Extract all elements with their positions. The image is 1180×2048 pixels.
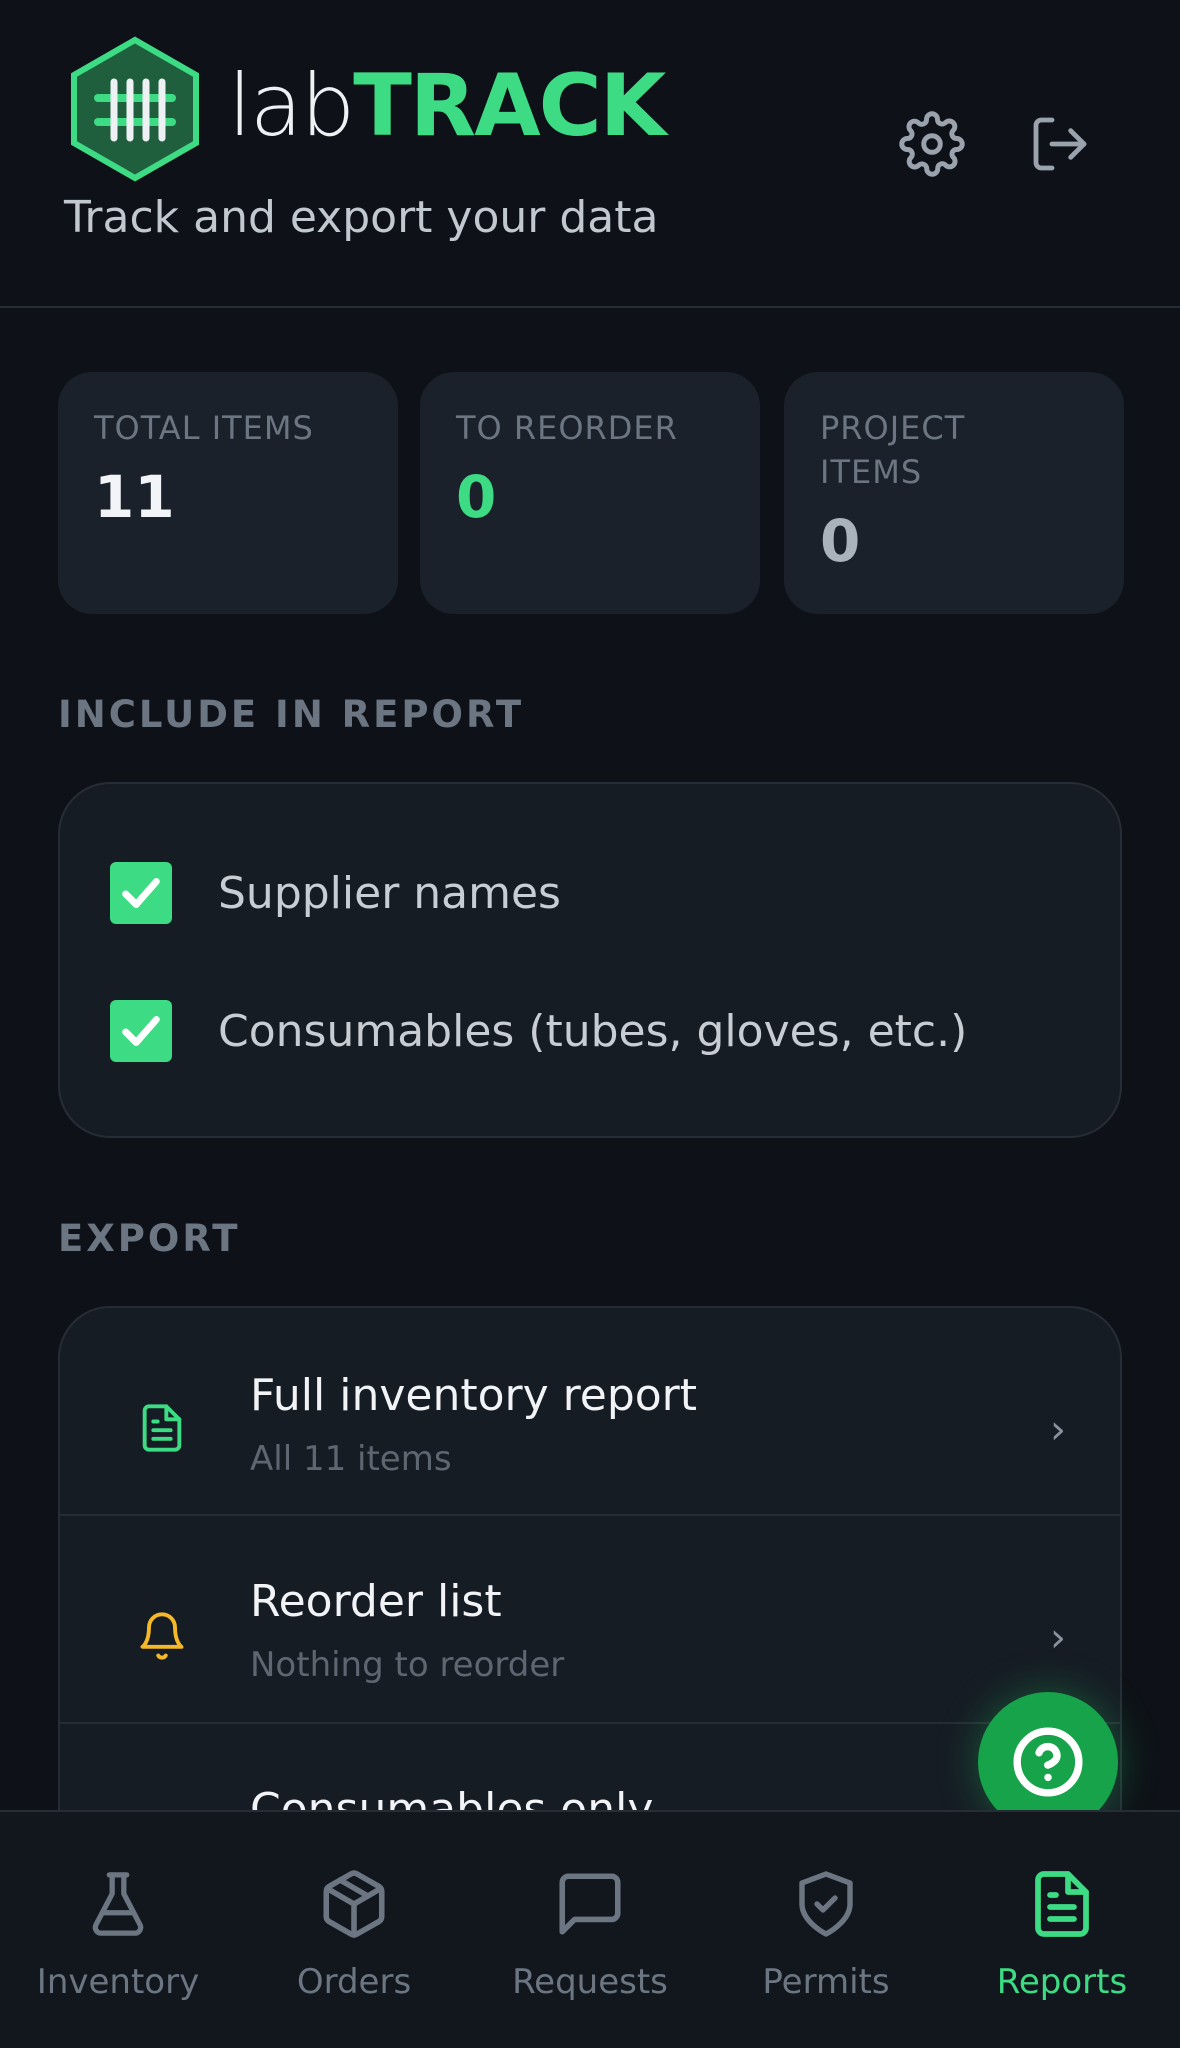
- help-icon: [1013, 1727, 1083, 1797]
- option-label: Consumables (tubes, gloves, etc.): [218, 1005, 968, 1057]
- flask-icon: [92, 1872, 144, 1936]
- bottom-navigation: Inventory Orders Requests Permits Report…: [0, 1810, 1180, 2048]
- chevron-right-icon: ›: [1050, 1407, 1066, 1453]
- nav-item-permits[interactable]: Permits: [708, 1812, 944, 2048]
- option-label: Supplier names: [218, 867, 561, 919]
- nav-label: Permits: [762, 1962, 890, 2002]
- supplier-names-checkbox[interactable]: [110, 862, 172, 924]
- stat-card-project-items: PROJECT ITEMS 0: [784, 372, 1124, 614]
- logout-icon: [1033, 117, 1087, 171]
- labtrack-logo-icon: [71, 36, 199, 182]
- consumables-checkbox[interactable]: [110, 1000, 172, 1062]
- logout-button[interactable]: [1024, 108, 1096, 180]
- page-tagline: Track and export your data: [64, 192, 659, 243]
- shield-check-icon: [799, 1871, 853, 1937]
- stat-value: 0: [456, 463, 497, 531]
- nav-label: Inventory: [36, 1962, 200, 2002]
- gear-icon: [899, 111, 965, 177]
- stat-value: 0: [820, 507, 861, 575]
- export-item-subtitle: Nothing to reorder: [250, 1645, 565, 1685]
- app-brand: labTRACK: [228, 56, 666, 156]
- checkmark-icon: [122, 878, 160, 908]
- export-item-subtitle: All 11 items: [250, 1439, 452, 1479]
- include-options-panel: Supplier names Consumables (tubes, glove…: [58, 782, 1122, 1138]
- document-icon: [142, 1404, 182, 1452]
- box-icon: [323, 1870, 385, 1938]
- option-consumables[interactable]: Consumables (tubes, gloves, etc.): [110, 998, 967, 1064]
- stat-label: TOTAL ITEMS: [94, 409, 314, 447]
- nav-item-requests[interactable]: Requests: [472, 1812, 708, 2048]
- nav-item-reports[interactable]: Reports: [944, 1812, 1180, 2048]
- checkmark-icon: [122, 1016, 160, 1046]
- nav-label: Orders: [296, 1962, 412, 2002]
- brand-lab: lab: [228, 56, 355, 156]
- export-reorder-list[interactable]: Reorder list Nothing to reorder ›: [60, 1516, 1120, 1724]
- nav-label: Reports: [996, 1962, 1128, 2002]
- stat-card-to-reorder: TO REORDER 0: [420, 372, 760, 614]
- chevron-right-icon: ›: [1050, 1615, 1066, 1661]
- export-item-title: Reorder list: [250, 1576, 502, 1627]
- document-icon: [1035, 1871, 1089, 1937]
- option-supplier-names[interactable]: Supplier names: [110, 860, 561, 926]
- export-full-inventory-report[interactable]: Full inventory report All 11 items ›: [60, 1308, 1120, 1516]
- include-section-title: INCLUDE IN REPORT: [58, 693, 525, 736]
- export-section-title: EXPORT: [58, 1217, 241, 1260]
- stat-card-total-items: TOTAL ITEMS 11: [58, 372, 398, 614]
- settings-button[interactable]: [896, 108, 968, 180]
- stat-value: 11: [94, 463, 175, 531]
- stat-label: TO REORDER: [456, 409, 678, 447]
- bell-icon: [140, 1612, 184, 1660]
- export-list: Full inventory report All 11 items › Reo…: [58, 1306, 1122, 1826]
- nav-item-inventory[interactable]: Inventory: [0, 1812, 236, 2048]
- export-item-title: Full inventory report: [250, 1370, 698, 1421]
- nav-label: Requests: [512, 1962, 668, 2002]
- brand-track: TRACK: [353, 56, 666, 156]
- app-header: labTRACK Track and export your data: [0, 0, 1180, 308]
- nav-item-orders[interactable]: Orders: [236, 1812, 472, 2048]
- chat-bubble-icon: [559, 1873, 621, 1935]
- stat-label: PROJECT ITEMS: [820, 409, 966, 491]
